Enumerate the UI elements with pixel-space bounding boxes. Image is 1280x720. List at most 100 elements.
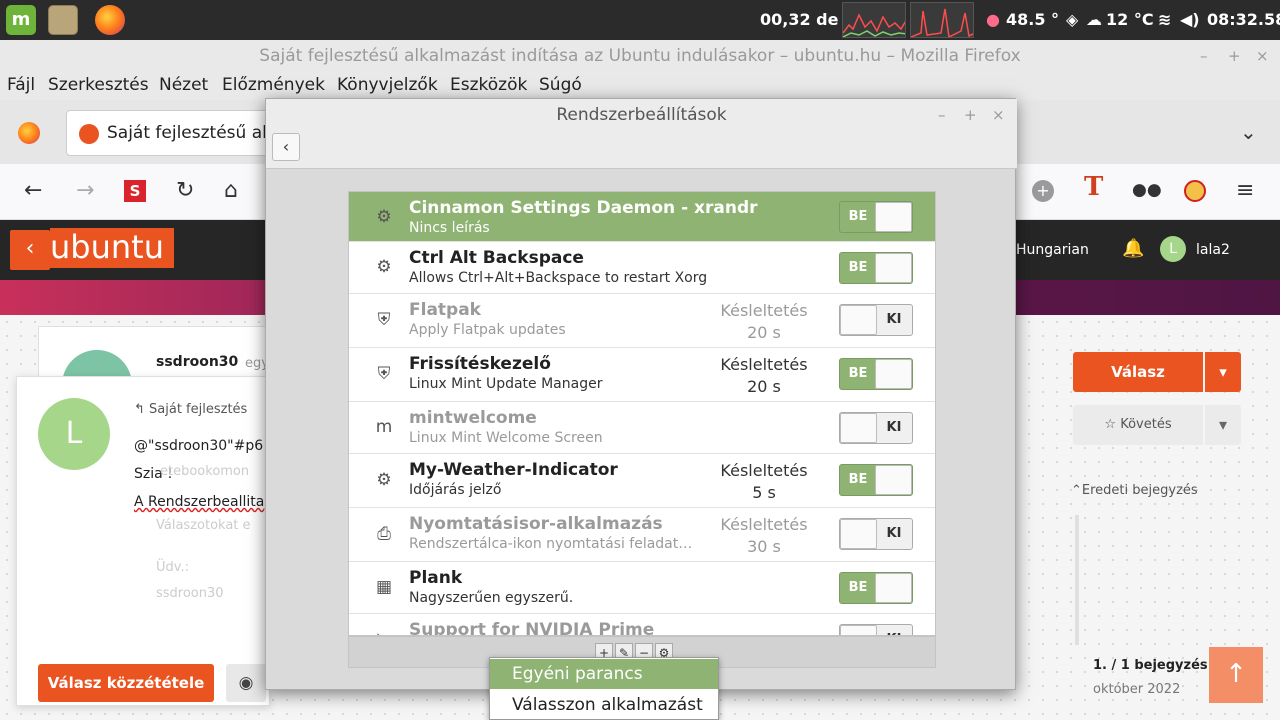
scroll-top-icon[interactable]: ↑ bbox=[1209, 647, 1263, 703]
enable-toggle[interactable]: BE bbox=[839, 464, 913, 496]
translate-t-icon[interactable]: T bbox=[1084, 172, 1103, 202]
menu-edit[interactable]: Szerkesztés bbox=[48, 75, 149, 95]
reply-line-3[interactable]: A Rendszerbeallita bbox=[134, 494, 264, 510]
dialog-maximize-icon[interactable]: + bbox=[964, 106, 977, 124]
menu-tools[interactable]: Eszközök bbox=[450, 75, 527, 95]
toggle-state: BE bbox=[848, 260, 868, 275]
enable-toggle[interactable]: KI bbox=[839, 304, 913, 336]
list-item[interactable]: ⚙ Cinnamon Settings Daemon - xrandr Nincs … bbox=[349, 192, 935, 242]
list-item[interactable]: ⚙ Ctrl Alt Backspace Allows Ctrl+Alt+Backs… bbox=[349, 242, 935, 294]
mint-menu-icon[interactable]: m bbox=[6, 5, 36, 35]
weather-icon[interactable]: ☁ bbox=[1086, 10, 1102, 29]
home-icon[interactable]: ⌂ bbox=[224, 178, 238, 203]
menu-history[interactable]: Előzmények bbox=[222, 75, 325, 95]
tab-list-chevron-icon[interactable]: ⌄ bbox=[1240, 120, 1257, 144]
menu-bar: Fájl Szerkesztés Nézet Előzmények Könyvj… bbox=[0, 72, 1280, 100]
list-item[interactable]: ⚙ My-Weather-Indicator Időjárás jelző Késle… bbox=[349, 454, 935, 508]
post-author[interactable]: ssdroon30 bbox=[156, 354, 238, 370]
reload-icon[interactable]: ↻ bbox=[176, 178, 194, 203]
shield-icon[interactable]: ◈ bbox=[1066, 10, 1078, 29]
username[interactable]: lala2 bbox=[1196, 242, 1230, 258]
item-name: Nyomtatásisor-alkalmazás bbox=[409, 514, 663, 534]
toggle-knob[interactable] bbox=[840, 305, 877, 335]
toggle-state: KI bbox=[886, 420, 902, 435]
delay-value: 20 s bbox=[747, 377, 781, 396]
minimize-icon[interactable]: – bbox=[1200, 47, 1208, 65]
toggle-knob[interactable] bbox=[840, 519, 877, 549]
enable-toggle[interactable]: KI bbox=[839, 518, 913, 550]
toggle-knob[interactable] bbox=[875, 465, 912, 495]
enable-toggle[interactable]: KI bbox=[839, 412, 913, 444]
close-icon[interactable]: × bbox=[1256, 47, 1269, 65]
menu-bookmarks[interactable]: Könyvjelzők bbox=[337, 75, 438, 95]
toggle-knob[interactable] bbox=[840, 625, 877, 635]
toggle-knob[interactable] bbox=[875, 359, 912, 389]
hamburger-menu-icon[interactable]: ≡ bbox=[1236, 178, 1254, 203]
enable-toggle[interactable]: BE bbox=[839, 252, 913, 284]
extension-s-icon[interactable]: S bbox=[124, 180, 146, 202]
list-item[interactable]: ⛨ Flatpak Apply Flatpak updates Késleltetés… bbox=[349, 294, 935, 348]
wifi-icon[interactable]: ≋ bbox=[1158, 10, 1171, 29]
dialog-back-button[interactable]: ‹ bbox=[272, 133, 300, 161]
add-extension-icon[interactable]: + bbox=[1032, 180, 1054, 202]
dialog-close-icon[interactable]: × bbox=[992, 106, 1005, 124]
bg-line-1: etebookomon bbox=[160, 464, 250, 479]
cpu-text: 00,32 de bbox=[760, 10, 839, 29]
delay-value: 20 s bbox=[747, 323, 781, 342]
list-item[interactable]: ⛨ Frissítéskezelő Linux Mint Update Manage… bbox=[349, 348, 935, 402]
clock[interactable]: 08:32.58 bbox=[1207, 10, 1280, 29]
firefox-icon[interactable] bbox=[95, 5, 125, 35]
maximize-icon[interactable]: + bbox=[1228, 47, 1241, 65]
toggle-knob[interactable] bbox=[875, 573, 912, 603]
site-back-icon[interactable]: ‹ bbox=[10, 230, 50, 270]
weather-text[interactable]: 12 °C bbox=[1106, 10, 1154, 29]
dialog-minimize-icon[interactable]: – bbox=[938, 106, 946, 124]
follow-dropdown-icon[interactable]: ▾ bbox=[1205, 405, 1241, 445]
enable-toggle[interactable]: KI bbox=[839, 624, 913, 635]
menu-view[interactable]: Nézet bbox=[159, 75, 208, 95]
volume-icon[interactable]: ◀) bbox=[1180, 10, 1200, 29]
list-item[interactable]: ◣ Support for NVIDIA Prime KI bbox=[349, 614, 935, 636]
enable-toggle[interactable]: BE bbox=[839, 358, 913, 390]
list-item[interactable]: ⎙ Nyomtatásisor-alkalmazás Rendszertálca-i… bbox=[349, 508, 935, 562]
bg-line-3: Üdv.: bbox=[156, 560, 189, 575]
forward-arrow-icon[interactable]: → bbox=[76, 178, 94, 203]
item-description: Rendszertálca-ikon nyomtatási feladat… bbox=[409, 536, 693, 552]
list-item[interactable]: m mintwelcome Linux Mint Welcome Screen KI bbox=[349, 402, 935, 454]
avatar[interactable]: L bbox=[1160, 236, 1186, 262]
shield-icon: ⛨ bbox=[377, 310, 391, 330]
item-description: Nagyszerűen egyszerű. bbox=[409, 590, 574, 606]
bell-icon[interactable]: 🔔 bbox=[1122, 238, 1144, 259]
enable-toggle[interactable]: BE bbox=[839, 201, 913, 233]
reply-button[interactable]: Válasz bbox=[1073, 352, 1203, 392]
ubuntu-logo[interactable]: ubuntu bbox=[50, 228, 174, 268]
toggle-knob[interactable] bbox=[875, 202, 912, 232]
startup-apps-dialog: Rendszerbeállítások – + × ‹ ⚙ Cinnamon Se… bbox=[265, 98, 1017, 690]
extension-balls-icon[interactable]: ●● bbox=[1132, 180, 1162, 200]
reply-line-1[interactable]: @"ssdroon30"#p6 bbox=[134, 438, 263, 454]
submit-reply-button[interactable]: Válasz közzététele bbox=[38, 664, 214, 702]
toggle-knob[interactable] bbox=[875, 253, 912, 283]
preview-eye-icon[interactable]: ◉ bbox=[226, 664, 266, 702]
startup-list: ⚙ Cinnamon Settings Daemon - xrandr Nincs … bbox=[348, 191, 936, 636]
mem-graph bbox=[910, 2, 974, 38]
list-item[interactable]: ▦ Plank Nagyszerűen egyszerű. BE bbox=[349, 562, 935, 614]
files-icon[interactable] bbox=[48, 5, 78, 35]
follow-button[interactable]: ☆ Követés bbox=[1073, 405, 1203, 445]
temperature-icon: ● bbox=[986, 10, 1000, 29]
menu-file[interactable]: Fájl bbox=[7, 75, 35, 95]
menu-item-choose-app[interactable]: Válasszon alkalmazást bbox=[490, 690, 718, 720]
original-post-link[interactable]: ⌃Eredeti bejegyzés bbox=[1071, 483, 1198, 498]
timeline-track[interactable] bbox=[1075, 515, 1079, 645]
bg-line-2: Válaszotokat e bbox=[156, 518, 251, 533]
toggle-knob[interactable] bbox=[840, 413, 877, 443]
back-arrow-icon[interactable]: ← bbox=[24, 178, 42, 203]
menu-item-custom-command[interactable]: Egyéni parancs bbox=[490, 659, 718, 689]
blocker-icon[interactable] bbox=[1184, 180, 1206, 202]
language-select[interactable]: Hungarian bbox=[1016, 242, 1089, 258]
enable-toggle[interactable]: BE bbox=[839, 572, 913, 604]
menu-help[interactable]: Súgó bbox=[539, 75, 582, 95]
item-name: Support for NVIDIA Prime bbox=[409, 620, 655, 636]
reply-dropdown-icon[interactable]: ▾ bbox=[1205, 352, 1241, 392]
firefox-view-icon[interactable] bbox=[18, 122, 40, 144]
